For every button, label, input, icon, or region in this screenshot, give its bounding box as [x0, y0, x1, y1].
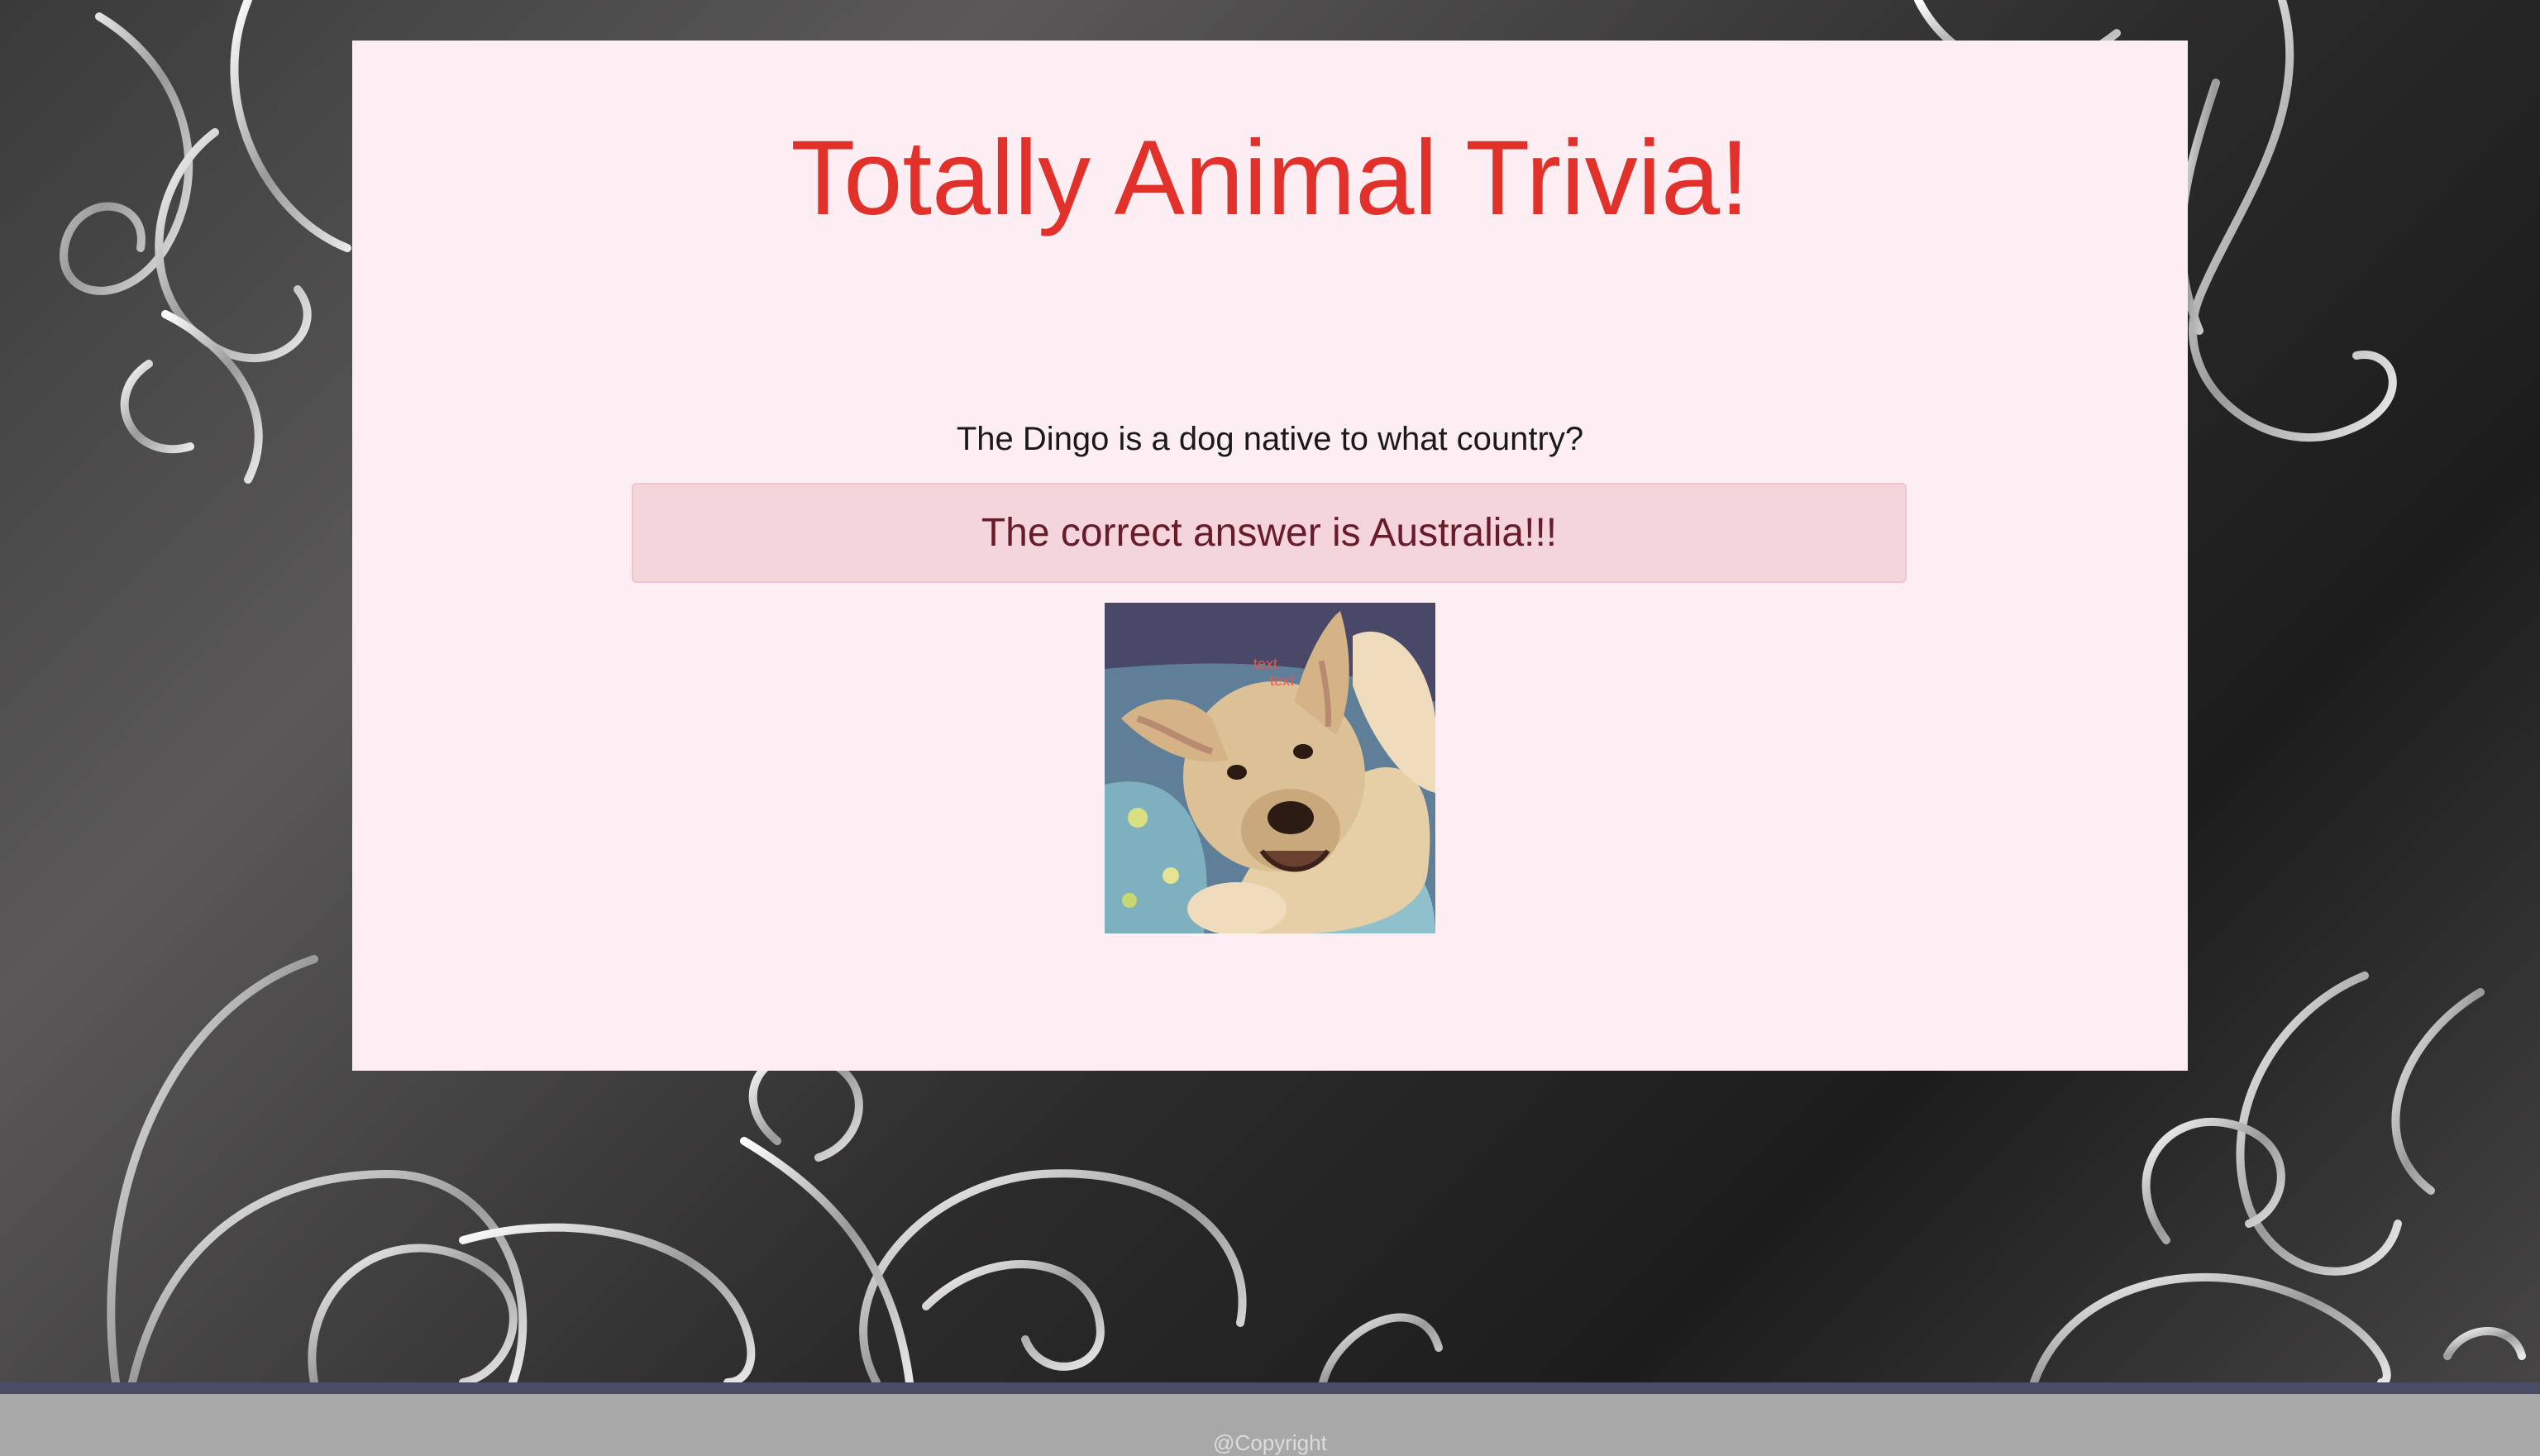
- footer: @Copyright: [0, 1394, 2540, 1456]
- copyright-text: @Copyright: [1213, 1430, 1327, 1455]
- footer-divider: [0, 1382, 2540, 1394]
- page-title: Totally Animal Trivia!: [790, 119, 1750, 237]
- trivia-panel: Totally Animal Trivia! The Dingo is a do…: [352, 41, 2188, 1071]
- answer-alert: The correct answer is Australia!!!: [632, 483, 1907, 583]
- photo-overlay-text: text: [1253, 656, 1277, 672]
- question-text: The Dingo is a dog native to what countr…: [956, 421, 1584, 457]
- dingo-dog-photo: text text: [1105, 603, 1435, 933]
- photo-overlay-text: text: [1270, 672, 1294, 689]
- answer-message: The correct answer is Australia!!!: [981, 511, 1558, 555]
